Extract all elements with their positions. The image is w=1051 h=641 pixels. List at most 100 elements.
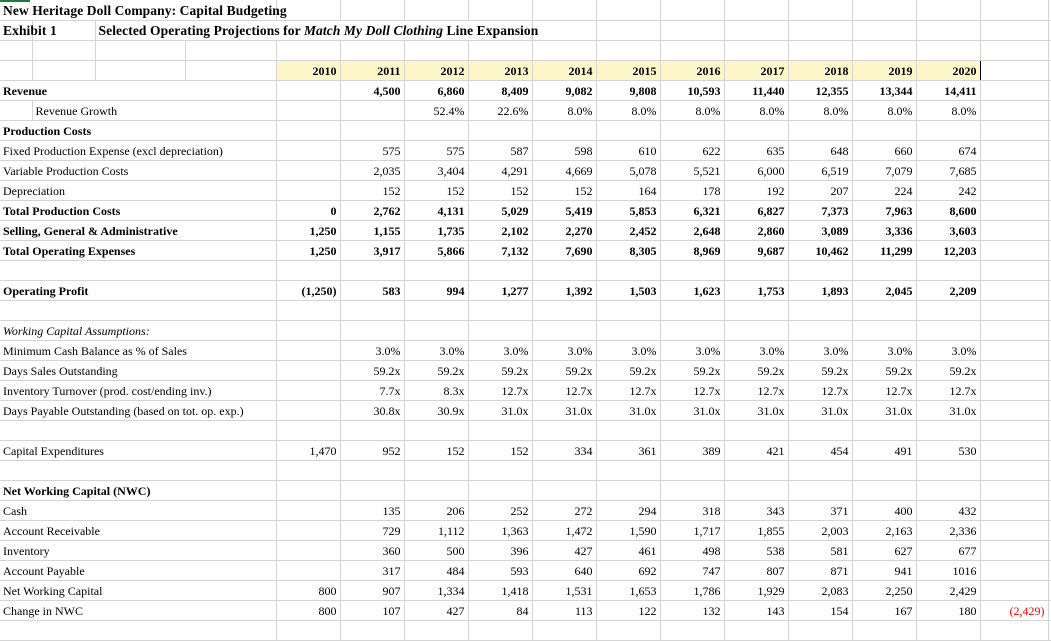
cell-inventory-turnover-2014[interactable]: 12.7x xyxy=(532,380,597,401)
cell-days-sales-outstanding-2019[interactable]: 59.2x xyxy=(852,360,917,381)
cell-operating-profit-2015[interactable]: 1,503 xyxy=(596,280,661,301)
cell-working-capital-assumptions-2018[interactable] xyxy=(788,320,853,341)
cell-minimum-cash-balance-2014[interactable]: 3.0% xyxy=(532,340,597,361)
cell-spacer-4-2020[interactable] xyxy=(916,460,981,481)
cell-account-receivable-2019[interactable]: 2,163 xyxy=(852,520,917,541)
cell-inventory-tail[interactable] xyxy=(980,540,1049,561)
cell-spacer-1-2011[interactable] xyxy=(340,260,405,281)
cell-spacer-2-2014[interactable] xyxy=(532,300,597,321)
cell-revenue-growth-tail[interactable] xyxy=(980,100,1049,121)
cell-depreciation-2017[interactable]: 192 xyxy=(724,180,789,201)
cell-production-costs-tail[interactable] xyxy=(980,120,1049,141)
year-header-2014[interactable]: 2014 xyxy=(532,59,597,81)
cell-variable-production-costs-2016[interactable]: 5,521 xyxy=(660,160,725,181)
cell-total-operating-expenses-2016[interactable]: 8,969 xyxy=(660,239,725,261)
cell-account-receivable-2016[interactable]: 1,717 xyxy=(660,520,725,541)
cell-change-in-nwc-2012[interactable]: 427 xyxy=(404,600,469,621)
cell-minimum-cash-balance-2010[interactable] xyxy=(276,340,341,361)
cell-spacer-4-2019[interactable] xyxy=(852,460,917,481)
cell-spacer-5-2011[interactable] xyxy=(340,620,405,641)
cell-sga-2018[interactable]: 3,089 xyxy=(788,220,853,241)
cell-revenue-growth-2017[interactable]: 8.0% xyxy=(724,100,789,121)
cell-spacer-1-2015[interactable] xyxy=(596,260,661,281)
cell-days-sales-outstanding-2016[interactable]: 59.2x xyxy=(660,360,725,381)
cell-spacer-4-2013[interactable] xyxy=(468,460,533,481)
cell-working-capital-assumptions-2015[interactable] xyxy=(596,320,661,341)
cell-inventory-2013[interactable]: 396 xyxy=(468,540,533,561)
cell-spacer-2-2019[interactable] xyxy=(852,300,917,321)
cell-spacer-1-2014[interactable] xyxy=(532,260,597,281)
cell-spacer-3-2015[interactable] xyxy=(596,420,661,441)
cell-capital-expenditures-2013[interactable]: 152 xyxy=(468,440,533,461)
cell-account-payable-2014[interactable]: 640 xyxy=(532,560,597,581)
cell-minimum-cash-balance-2012[interactable]: 3.0% xyxy=(404,340,469,361)
cell-spacer-1-2020[interactable] xyxy=(916,260,981,281)
year-header-2016[interactable]: 2016 xyxy=(660,59,725,81)
cell-minimum-cash-balance-2017[interactable]: 3.0% xyxy=(724,340,789,361)
cell-total-production-costs-2015[interactable]: 5,853 xyxy=(596,199,661,221)
cell-net-working-capital-header-2013[interactable] xyxy=(468,480,533,501)
cell-spacer-2-2010[interactable] xyxy=(276,300,341,321)
cell-revenue-2010[interactable] xyxy=(276,80,341,101)
cell-variable-production-costs-tail[interactable] xyxy=(980,160,1049,181)
cell-spacer-3-2017[interactable] xyxy=(724,420,789,441)
cell-revenue-2013[interactable]: 8,409 xyxy=(468,80,533,101)
cell-working-capital-assumptions-2017[interactable] xyxy=(724,320,789,341)
cell-variable-production-costs-2014[interactable]: 4,669 xyxy=(532,160,597,181)
cell-production-costs-2011[interactable] xyxy=(340,120,405,141)
cell-total-production-costs-2013[interactable]: 5,029 xyxy=(468,199,533,221)
cell-fixed-production-expense-2012[interactable]: 575 xyxy=(404,140,469,161)
cell-spacer-5-2012[interactable] xyxy=(404,620,469,641)
cell-operating-profit-2013[interactable]: 1,277 xyxy=(468,280,533,301)
cell-sga-2012[interactable]: 1,735 xyxy=(404,220,469,241)
cell-account-receivable-2018[interactable]: 2,003 xyxy=(788,520,853,541)
cell-total-production-costs-2014[interactable]: 5,419 xyxy=(532,199,597,221)
cell-capital-expenditures-2020[interactable]: 530 xyxy=(916,440,981,461)
cell-days-payable-outstanding-2018[interactable]: 31.0x xyxy=(788,400,853,421)
cell-fixed-production-expense-2014[interactable]: 598 xyxy=(532,140,597,161)
cell-production-costs-2010[interactable] xyxy=(276,120,341,141)
cell-operating-profit-2019[interactable]: 2,045 xyxy=(852,280,917,301)
cell-cash-2011[interactable]: 135 xyxy=(340,500,405,521)
cell-minimum-cash-balance-2013[interactable]: 3.0% xyxy=(468,340,533,361)
cell-cash-2019[interactable]: 400 xyxy=(852,500,917,521)
cell-net-working-capital-header-2017[interactable] xyxy=(724,480,789,501)
cell-variable-production-costs-2010[interactable] xyxy=(276,160,341,181)
cell-spacer-5-2019[interactable] xyxy=(852,620,917,641)
cell-spacer-3-2020[interactable] xyxy=(916,420,981,441)
cell-operating-profit-2014[interactable]: 1,392 xyxy=(532,280,597,301)
cell-working-capital-assumptions-tail[interactable] xyxy=(980,320,1049,341)
cell-account-receivable-tail[interactable] xyxy=(980,520,1049,541)
cell-depreciation-2019[interactable]: 224 xyxy=(852,180,917,201)
cell-variable-production-costs-2018[interactable]: 6,519 xyxy=(788,160,853,181)
cell-account-payable-2020[interactable]: 1016 xyxy=(916,560,981,581)
cell-spacer-4-2014[interactable] xyxy=(532,460,597,481)
cell-net-working-capital-header-2016[interactable] xyxy=(660,480,725,501)
cell-revenue-growth-2019[interactable]: 8.0% xyxy=(852,100,917,121)
cell-inventory-turnover-tail[interactable] xyxy=(980,380,1049,401)
cell-spacer-4-2017[interactable] xyxy=(724,460,789,481)
cell-capital-expenditures-2019[interactable]: 491 xyxy=(852,440,917,461)
cell-spacer-4-tail[interactable] xyxy=(980,460,1049,481)
cell-net-working-capital-header-2015[interactable] xyxy=(596,480,661,501)
cell-working-capital-assumptions-2011[interactable] xyxy=(340,320,405,341)
cell-depreciation-2014[interactable]: 152 xyxy=(532,180,597,201)
cell-inventory-2016[interactable]: 498 xyxy=(660,540,725,561)
cell-variable-production-costs-2012[interactable]: 3,404 xyxy=(404,160,469,181)
cell-revenue-growth-2013[interactable]: 22.6% xyxy=(468,100,533,121)
cell-variable-production-costs-2013[interactable]: 4,291 xyxy=(468,160,533,181)
cell-minimum-cash-balance-2016[interactable]: 3.0% xyxy=(660,340,725,361)
cell-depreciation-2013[interactable]: 152 xyxy=(468,180,533,201)
cell-capital-expenditures-2017[interactable]: 421 xyxy=(724,440,789,461)
cell-capital-expenditures-2018[interactable]: 454 xyxy=(788,440,853,461)
cell-cash-2015[interactable]: 294 xyxy=(596,500,661,521)
cell-inventory-turnover-2016[interactable]: 12.7x xyxy=(660,380,725,401)
cell-production-costs-2013[interactable] xyxy=(468,120,533,141)
cell-depreciation-2010[interactable] xyxy=(276,180,341,201)
cell-depreciation-2016[interactable]: 178 xyxy=(660,180,725,201)
cell-total-production-costs-2016[interactable]: 6,321 xyxy=(660,199,725,221)
cell-total-operating-expenses-2011[interactable]: 3,917 xyxy=(340,239,405,261)
cell-inventory-2010[interactable] xyxy=(276,540,341,561)
cell-days-payable-outstanding-2020[interactable]: 31.0x xyxy=(916,400,981,421)
cell-cash-2014[interactable]: 272 xyxy=(532,500,597,521)
